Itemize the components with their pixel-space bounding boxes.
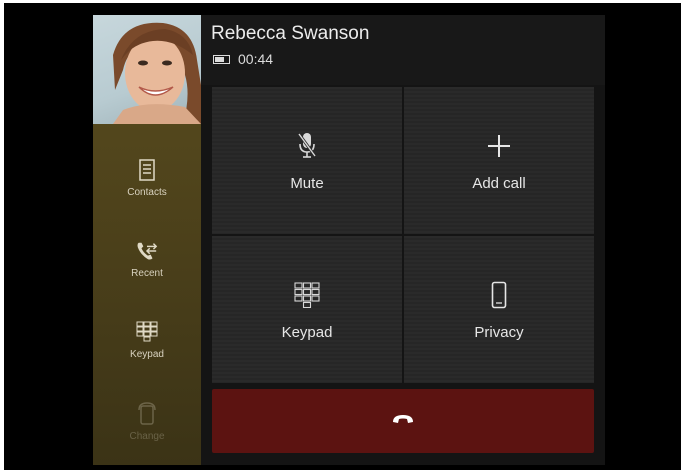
sidebar-item-keypad[interactable]: Keypad [93, 305, 201, 375]
recent-calls-icon [136, 240, 158, 262]
sidebar-item-contacts[interactable]: Contacts [93, 143, 201, 213]
phone-sidebar: Contacts Recent Keypad Change [93, 15, 201, 465]
sidebar-item-label: Keypad [130, 348, 164, 360]
infotainment-frame: Contacts Recent Keypad Change Rebecca Sw… [4, 3, 681, 470]
call-header: Rebecca Swanson 00:44 [201, 15, 605, 85]
sidebar-item-label: Contacts [127, 186, 167, 198]
sidebar-item-label: Change [129, 430, 165, 442]
action-label: Add call [472, 175, 526, 192]
mute-button[interactable]: Mute [212, 87, 402, 234]
end-call-button[interactable] [212, 389, 594, 453]
contacts-icon [136, 158, 158, 181]
add-call-button[interactable]: Add call [404, 87, 594, 234]
sidebar-item-change[interactable]: Change [93, 387, 201, 457]
privacy-button[interactable]: Privacy [404, 236, 594, 383]
call-duration: 00:44 [238, 51, 274, 67]
phone-call-screen: Contacts Recent Keypad Change Rebecca Sw… [93, 15, 605, 465]
phone-device-icon [491, 278, 507, 312]
call-action-grid: Mute Add call Keypad Privacy [212, 87, 594, 383]
change-phone-icon [136, 401, 158, 425]
sidebar-item-label: Recent [131, 267, 163, 279]
action-label: Privacy [474, 324, 524, 341]
end-call-icon [392, 412, 414, 430]
battery-icon [213, 54, 230, 64]
action-label: Mute [290, 175, 324, 192]
keypad-button[interactable]: Keypad [212, 236, 402, 383]
action-label: Keypad [281, 324, 333, 341]
sidebar-item-recent[interactable]: Recent [93, 224, 201, 294]
caller-name: Rebecca Swanson [211, 23, 370, 44]
plus-icon [486, 129, 512, 163]
microphone-muted-icon [295, 129, 319, 163]
call-status: 00:44 [213, 51, 273, 67]
caller-photo [93, 15, 201, 124]
keypad-icon [136, 321, 158, 343]
keypad-icon [294, 278, 320, 312]
